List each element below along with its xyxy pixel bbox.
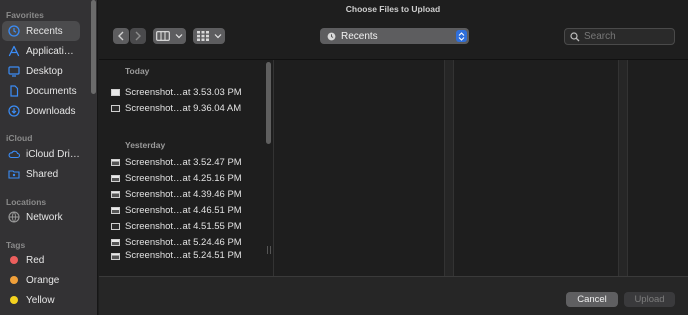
sidebar-item-label: Orange [26, 274, 60, 286]
sidebar-item-shared[interactable]: Shared [2, 164, 80, 184]
sidebar-scrollbar[interactable] [91, 0, 96, 94]
document-icon [8, 85, 20, 97]
sidebar-item-label: Applicati… [26, 45, 74, 57]
image-thumbnail-icon [111, 104, 120, 112]
upload-button[interactable]: Upload [624, 292, 675, 307]
chevron-down-icon [175, 34, 183, 39]
group-heading-yesterday: Yesterday [125, 140, 166, 150]
tag-dot-icon [10, 256, 18, 264]
file-row[interactable]: Screenshot…at 5.24.46 PM [111, 234, 261, 250]
search-field[interactable] [564, 28, 675, 45]
file-name: Screenshot…at 5.24.46 PM [125, 236, 242, 248]
sidebar-item-label: Desktop [26, 65, 63, 77]
back-button[interactable] [113, 28, 129, 44]
image-thumbnail-icon [111, 222, 120, 230]
file-name: Screenshot…at 4.51.55 PM [125, 220, 242, 232]
sidebar-item-icloud-drive[interactable]: iCloud Dri… [2, 144, 80, 164]
file-row[interactable]: Screenshot…at 3.53.03 PM [111, 84, 261, 100]
file-row[interactable]: Screenshot…at 4.39.46 PM [111, 186, 261, 202]
column-empty-2 [445, 60, 454, 276]
tag-dot-icon [10, 296, 18, 304]
image-thumbnail-icon [111, 206, 120, 214]
tag-dot-icon [10, 276, 18, 284]
image-thumbnail-icon [111, 158, 120, 166]
file-browser: Today Screenshot…at 3.53.03 PM Screensho… [99, 59, 688, 276]
columns-view-icon [156, 31, 170, 41]
grid-icon [196, 31, 209, 41]
chevron-down-icon [214, 34, 221, 39]
forward-button[interactable] [130, 28, 146, 44]
shared-folder-icon [8, 168, 20, 180]
clock-icon [327, 32, 336, 40]
sidebar-item-label: Recents [26, 25, 63, 37]
file-row[interactable]: Screenshot…at 3.52.47 PM [111, 154, 261, 170]
column-resize-handle[interactable] [267, 246, 271, 254]
file-name: Screenshot…at 4.39.46 PM [125, 188, 242, 200]
column-empty-1 [274, 60, 445, 276]
view-mode-button[interactable] [153, 28, 186, 44]
sidebar-item-desktop[interactable]: Desktop [2, 61, 80, 81]
window-title: Choose Files to Upload [345, 4, 441, 14]
chevron-right-icon [135, 31, 141, 41]
sidebar-item-applications[interactable]: Applicati… [2, 41, 80, 61]
column-empty-3 [454, 60, 619, 276]
file-row[interactable]: Screenshot…at 4.25.16 PM [111, 170, 261, 186]
group-by-button[interactable] [193, 28, 225, 44]
location-label: Recents [341, 30, 378, 42]
file-name: Screenshot…at 5.24.51 PM [125, 250, 242, 260]
location-dropdown[interactable]: Recents [320, 28, 469, 44]
sidebar-section-locations: Locations [6, 197, 47, 207]
sidebar-item-label: Documents [26, 85, 77, 97]
sidebar-section-tags: Tags [6, 240, 26, 250]
image-thumbnail-icon [111, 190, 120, 198]
dialog-footer: Cancel Upload [99, 276, 688, 315]
file-row[interactable]: Screenshot…at 9.36.04 AM [111, 100, 261, 116]
sidebar-item-label: Shared [26, 168, 59, 180]
file-name: Screenshot…at 9.36.04 AM [125, 102, 242, 114]
sidebar-item-label: Yellow [26, 294, 55, 306]
sidebar-item-label: Network [26, 211, 63, 223]
sidebar-item-tag-orange[interactable]: Orange [2, 270, 80, 290]
image-thumbnail-icon [111, 253, 120, 260]
file-row[interactable]: Screenshot…at 5.24.51 PM [111, 250, 261, 260]
sidebar-item-tag-yellow[interactable]: Yellow [2, 290, 80, 310]
file-row[interactable]: Screenshot…at 4.46.51 PM [111, 202, 261, 218]
column-empty-4 [619, 60, 628, 276]
search-icon [570, 31, 580, 41]
column-files: Today Screenshot…at 3.53.03 PM Screensho… [99, 60, 274, 276]
sidebar-item-documents[interactable]: Documents [2, 81, 80, 101]
globe-icon [8, 211, 20, 223]
apps-icon [8, 45, 20, 57]
column-scrollbar[interactable] [266, 62, 271, 144]
download-icon [8, 105, 20, 117]
search-input[interactable] [584, 31, 664, 42]
chevron-left-icon [118, 31, 124, 41]
group-heading-today: Today [125, 66, 150, 76]
file-name: Screenshot…at 4.25.16 PM [125, 172, 242, 184]
sidebar-item-label: Downloads [26, 105, 76, 117]
clock-icon [8, 25, 20, 37]
file-row[interactable]: Screenshot…at 4.51.55 PM [111, 218, 261, 234]
file-name: Screenshot…at 3.53.03 PM [125, 86, 242, 98]
sidebar-item-downloads[interactable]: Downloads [2, 101, 80, 121]
sidebar-item-network[interactable]: Network [2, 207, 80, 227]
image-thumbnail-icon [111, 238, 120, 246]
sidebar-section-icloud: iCloud [6, 133, 33, 143]
file-name: Screenshot…at 3.52.47 PM [125, 156, 242, 168]
desktop-icon [8, 65, 20, 77]
sidebar: Favorites Recents Applicati… Desktop Doc… [0, 0, 98, 315]
sidebar-section-favorites: Favorites [6, 10, 44, 20]
image-thumbnail-icon [111, 174, 120, 182]
updown-chevron-icon [456, 30, 467, 42]
sidebar-item-label: Red [26, 254, 45, 266]
cancel-button[interactable]: Cancel [566, 292, 618, 307]
image-thumbnail-icon [111, 88, 120, 96]
column-empty-5 [628, 60, 688, 276]
sidebar-item-tag-red[interactable]: Red [2, 250, 80, 270]
sidebar-item-label: iCloud Dri… [26, 148, 80, 160]
sidebar-item-recents[interactable]: Recents [2, 21, 80, 41]
cloud-icon [8, 148, 20, 160]
file-name: Screenshot…at 4.46.51 PM [125, 204, 242, 216]
